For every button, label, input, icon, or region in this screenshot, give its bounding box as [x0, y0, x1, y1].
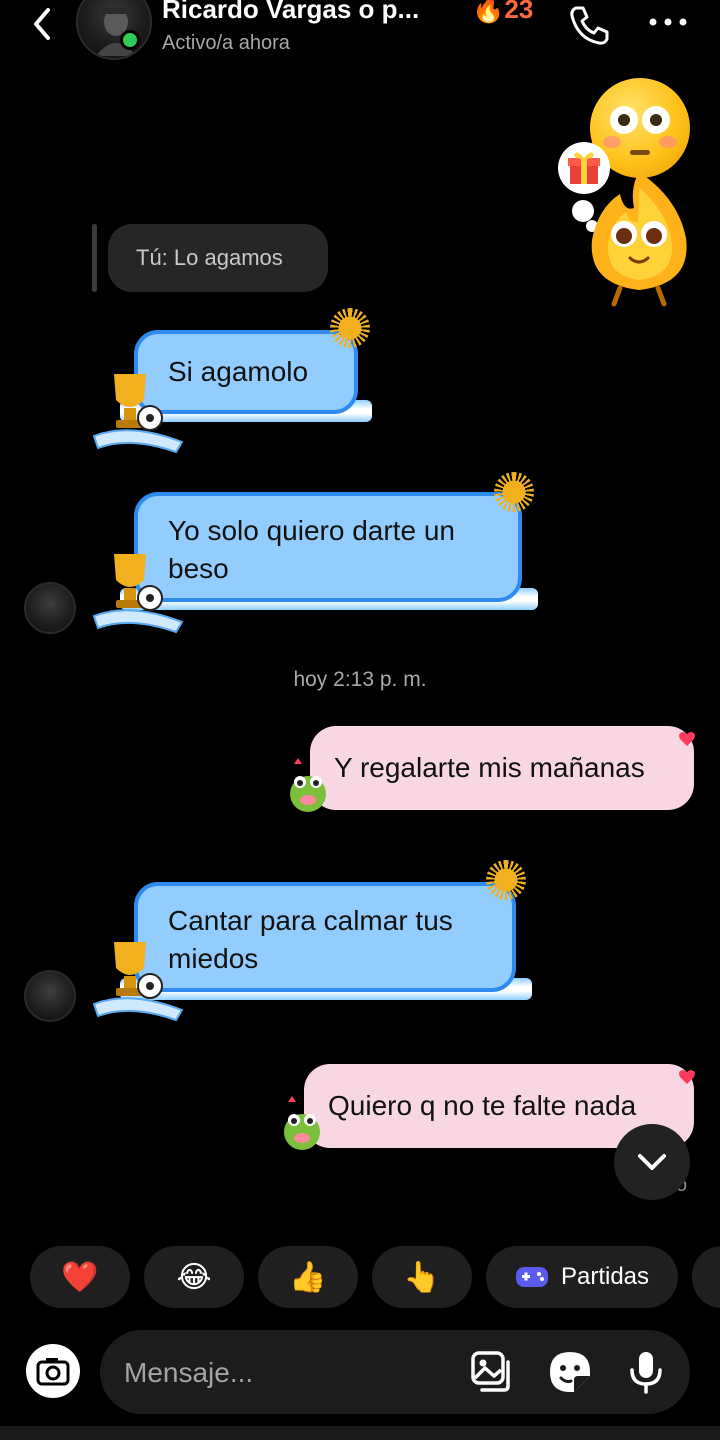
message-input[interactable] [122, 1330, 456, 1416]
sun-sticker [494, 472, 534, 512]
pointing-up-icon: 👆 [403, 1260, 441, 1294]
sun-sticker [486, 860, 526, 900]
laughing-icon: 😂 [176, 1260, 212, 1294]
chevron-left-icon [34, 8, 50, 40]
more-button[interactable] [646, 12, 690, 32]
quick-reaction-thumbs-up[interactable]: 👍 [258, 1246, 358, 1308]
more-horizontal-icon [649, 18, 687, 26]
message-bubble-incoming[interactable]: Yo solo quiero darte un beso [134, 492, 522, 602]
frog-icon [284, 1096, 320, 1150]
trophy-icon [92, 942, 184, 1022]
message-bubble-incoming[interactable]: Cantar para calmar tus miedos [134, 882, 516, 992]
trophy-sticker [90, 546, 186, 636]
message-text: Si agamolo [168, 356, 309, 387]
streak-badge: 🔥23 [472, 0, 534, 24]
trophy-sticker [90, 366, 186, 456]
flame-character-icon [591, 172, 687, 307]
trophy-sticker [90, 934, 186, 1024]
back-button[interactable] [22, 4, 62, 44]
online-indicator [120, 30, 140, 50]
frog-sticker [286, 758, 330, 816]
gallery-button[interactable] [468, 1348, 516, 1396]
chevron-down-icon [638, 1154, 666, 1170]
trophy-icon [92, 374, 184, 454]
heart-corner-icon [678, 1068, 696, 1086]
sun-sticker [330, 308, 370, 348]
status-text: Activo/a ahora [162, 32, 290, 54]
sender-avatar[interactable] [24, 970, 76, 1022]
quick-reaction-point-up[interactable]: 👆 [372, 1246, 472, 1308]
quick-reaction-heart[interactable]: ❤️ [30, 1246, 130, 1308]
message-composer [100, 1330, 690, 1416]
system-nav-strip [0, 1426, 720, 1440]
phone-icon [570, 6, 609, 45]
scroll-to-bottom-button[interactable] [614, 1124, 690, 1200]
reply-indicator-bar [92, 224, 97, 292]
camera-button[interactable] [26, 1344, 80, 1398]
thumbs-up-icon: 👍 [289, 1260, 327, 1294]
quick-reaction-laugh[interactable]: 😂 [144, 1246, 244, 1308]
message-bubble-outgoing[interactable]: Y regalarte mis mañanas [310, 726, 694, 810]
flame-mascot-sticker[interactable] [580, 168, 698, 308]
message-text: Y regalarte mis mañanas [334, 752, 645, 783]
reply-preview[interactable]: Tú: Lo agamos [108, 224, 328, 292]
games-chip-label: Partidas [560, 1263, 650, 1290]
frog-sticker [280, 1096, 324, 1154]
message-text: Yo solo quiero darte un beso [168, 515, 455, 584]
gamepad-icon [515, 1267, 548, 1287]
next-chip[interactable] [692, 1246, 720, 1308]
gallery-icon [471, 1351, 510, 1392]
microphone-button[interactable] [622, 1348, 670, 1396]
contact-name[interactable]: Ricardo Vargas o p... [162, 0, 419, 25]
frog-icon [290, 758, 326, 812]
trophy-icon [92, 554, 184, 634]
sticker-icon [550, 1352, 590, 1392]
message-timestamp: hoy 2:13 p. m. [293, 668, 427, 691]
heart-corner-icon [678, 730, 696, 748]
call-button[interactable] [566, 2, 612, 48]
games-chip[interactable]: Partidas [486, 1246, 678, 1308]
microphone-icon [630, 1352, 662, 1394]
sender-avatar[interactable] [24, 582, 76, 634]
message-text: Cantar para calmar tus miedos [168, 905, 453, 974]
heart-icon: ❤️ [61, 1260, 99, 1294]
sticker-button[interactable] [546, 1348, 594, 1396]
camera-icon [36, 1358, 70, 1386]
avatar-silhouette [96, 8, 136, 56]
contact-avatar[interactable] [76, 0, 152, 60]
message-text: Quiero q no te falte nada [328, 1090, 637, 1121]
